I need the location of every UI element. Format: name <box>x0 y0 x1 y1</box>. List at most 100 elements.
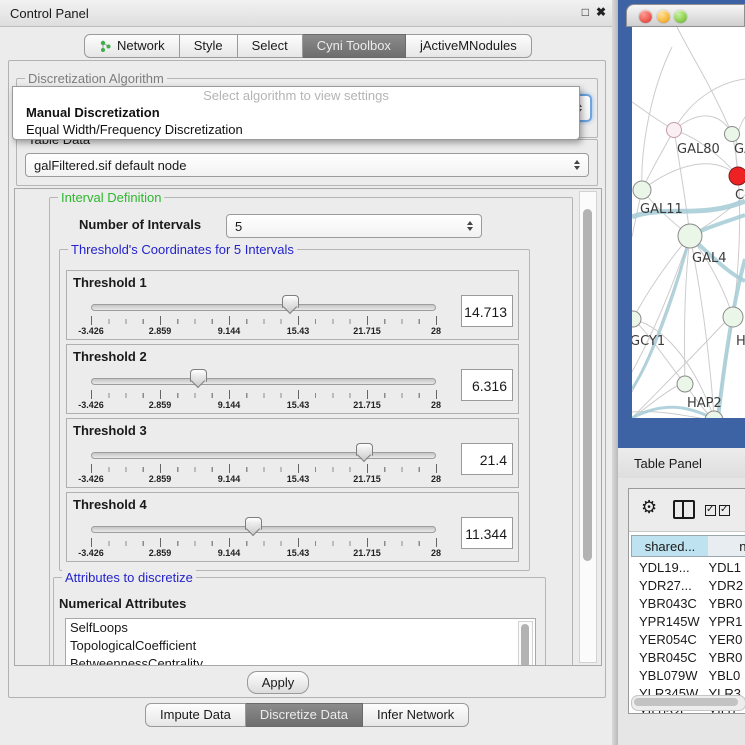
list-item[interactable]: BetweennessCentrality <box>66 655 535 666</box>
apply-button[interactable]: Apply <box>247 671 309 694</box>
numerical-attributes-label: Numerical Attributes <box>59 596 186 611</box>
threshold-slider[interactable]: -3.426 2.859 9.144 15.43 21.715 28 <box>91 371 436 411</box>
node-label-gcy1: GCY1 <box>632 334 665 349</box>
threshold-thumb[interactable] <box>282 295 299 308</box>
panel-title: Control Panel <box>10 6 89 21</box>
threshold-slider[interactable]: -3.426 2.859 9.144 15.43 21.715 28 <box>91 519 436 559</box>
node-red[interactable] <box>729 167 745 185</box>
tick-label: 28 <box>431 400 441 410</box>
node-gcy1[interactable] <box>632 311 641 327</box>
table-row[interactable]: YDL19...YDL1 <box>631 558 745 576</box>
threshold-value-field[interactable]: 14.713 <box>461 295 513 327</box>
table-cell[interactable]: YBL0 <box>700 666 745 684</box>
tick-label: 2.859 <box>149 400 172 410</box>
list-item[interactable]: SelfLoops <box>66 619 535 637</box>
table-cell[interactable]: YBR045C <box>631 648 700 666</box>
table-cell[interactable]: YER0 <box>700 630 745 648</box>
split-columns-icon[interactable] <box>673 500 695 519</box>
gear-icon[interactable]: ⚙ <box>641 497 657 518</box>
table-cell[interactable]: YER054C <box>631 630 700 648</box>
settings-scrollbar-thumb[interactable] <box>583 209 592 561</box>
threshold-slider[interactable]: -3.426 2.859 9.144 15.43 21.715 28 <box>91 297 436 337</box>
close-icon[interactable]: ✖ <box>596 5 606 19</box>
thresholds-group: Threshold's Coordinates for 5 Intervals … <box>59 249 530 571</box>
threshold-thumb[interactable] <box>190 369 207 382</box>
slider-track[interactable] <box>91 452 436 459</box>
tab-cyni-toolbox[interactable]: Cyni Toolbox <box>303 34 406 58</box>
select-columns-icon[interactable] <box>705 504 733 519</box>
minimize-traffic-light-icon[interactable] <box>657 10 670 23</box>
top-tab-bar: Network Style Select Cyni Toolbox jActiv… <box>84 34 532 58</box>
zoom-traffic-light-icon[interactable] <box>674 10 687 23</box>
table-cell[interactable]: YBR0 <box>700 648 745 666</box>
column-header-shared-name[interactable]: shared... <box>631 535 709 557</box>
number-of-intervals-combobox[interactable]: 5 <box>226 214 482 238</box>
tick-label: 9.144 <box>218 474 241 484</box>
table-data-value: galFiltered.sif default node <box>34 158 186 173</box>
node-gal80[interactable] <box>667 123 682 138</box>
slider-track[interactable] <box>91 378 436 385</box>
tick-label: 21.715 <box>353 400 381 410</box>
table-hscrollbar[interactable] <box>631 695 745 711</box>
float-window-icon[interactable]: □ <box>582 5 589 19</box>
tick-label: 15.43 <box>287 326 310 336</box>
tab-jactivemnodules[interactable]: jActiveMNodules <box>406 34 532 58</box>
network-canvas[interactable]: GAL80 GA C GAL11 GAL4 GCY1 H HAP2 <box>632 27 745 418</box>
table-row[interactable]: YDR27...YDR2 <box>631 576 745 594</box>
table-cell[interactable]: YBL079W <box>631 666 700 684</box>
column-header-name[interactable]: na <box>708 535 745 557</box>
table-cell[interactable]: YDR27... <box>631 576 700 594</box>
tab-infer-network[interactable]: Infer Network <box>363 703 469 727</box>
node-partial-ga[interactable] <box>725 127 740 142</box>
table-row[interactable]: YBL079WYBL0 <box>631 666 745 684</box>
table-cell[interactable]: YBR043C <box>631 594 700 612</box>
list-scrollbar[interactable] <box>518 621 533 666</box>
node-gal4[interactable] <box>678 224 702 248</box>
tab-network[interactable]: Network <box>84 34 180 58</box>
slider-track[interactable] <box>91 526 436 533</box>
threshold-value-field[interactable]: 21.4 <box>461 443 513 475</box>
slider-track[interactable] <box>91 304 436 311</box>
node-partial-h[interactable] <box>723 307 743 327</box>
group-title: Discretization Algorithm <box>25 71 167 86</box>
threshold-value-field[interactable]: 6.316 <box>461 369 513 401</box>
threshold-label: Threshold 4 <box>73 497 147 512</box>
threshold-thumb[interactable] <box>356 443 373 456</box>
tab-discretize-data[interactable]: Discretize Data <box>246 703 363 727</box>
node-gal11[interactable] <box>633 181 651 199</box>
dropdown-option-equal-width[interactable]: Equal Width/Frequency Discretization <box>13 121 579 138</box>
node-label-gal11: GAL11 <box>640 202 683 217</box>
tick-label: -3.426 <box>78 474 104 484</box>
network-desktop: GAL80 GA C GAL11 GAL4 GCY1 H HAP2 <box>618 0 745 455</box>
tab-select[interactable]: Select <box>238 34 303 58</box>
table-row[interactable]: YER054CYER0 <box>631 630 745 648</box>
table-data-combobox[interactable]: galFiltered.sif default node <box>25 153 589 177</box>
tick-label: 2.859 <box>149 326 172 336</box>
close-traffic-light-icon[interactable] <box>639 10 652 23</box>
table-row[interactable]: YPR145WYPR1 <box>631 612 745 630</box>
tab-style[interactable]: Style <box>180 34 238 58</box>
node-label-partial-c: C <box>735 188 744 203</box>
table-cell[interactable]: YPR145W <box>631 612 700 630</box>
table-cell[interactable]: YPR1 <box>700 612 745 630</box>
group-title: Attributes to discretize <box>62 570 196 585</box>
network-graph: GAL80 GA C GAL11 GAL4 GCY1 H HAP2 <box>632 27 745 418</box>
table-cell[interactable]: YBR0 <box>700 594 745 612</box>
table-row[interactable]: YBR043CYBR0 <box>631 594 745 612</box>
numerical-attributes-list[interactable]: SelfLoops TopologicalCoefficient Between… <box>65 618 536 666</box>
tab-impute-data[interactable]: Impute Data <box>145 703 246 727</box>
threshold-value-field[interactable]: 11.344 <box>461 517 513 549</box>
list-item[interactable]: TopologicalCoefficient <box>66 637 535 655</box>
network-window-titlebar[interactable] <box>626 4 745 27</box>
node-hap2[interactable] <box>677 376 693 392</box>
threshold-thumb[interactable] <box>245 517 262 530</box>
list-scrollbar-thumb[interactable] <box>521 624 529 666</box>
dropdown-option-manual[interactable]: Manual Discretization <box>13 104 579 121</box>
table-cell[interactable]: YDL1 <box>700 558 745 576</box>
table-row[interactable]: YBR045CYBR0 <box>631 648 745 666</box>
threshold-slider[interactable]: -3.426 2.859 9.144 15.43 21.715 28 <box>91 445 436 485</box>
table-hscrollbar-thumb[interactable] <box>634 698 738 706</box>
table-cell[interactable]: YDR2 <box>700 576 745 594</box>
table-cell[interactable]: YDL19... <box>631 558 700 576</box>
settings-scrollbar[interactable] <box>579 191 597 663</box>
